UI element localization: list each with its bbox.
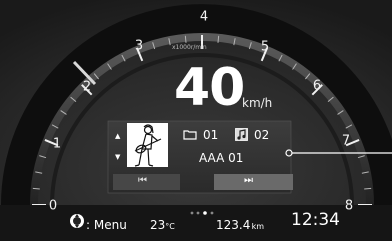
- track-number: 02: [254, 128, 270, 142]
- music-note-icon: [235, 128, 248, 141]
- scroll-up-icon[interactable]: ▲: [115, 132, 120, 140]
- album-art: [127, 123, 168, 167]
- minor-tick: [364, 187, 372, 190]
- menu-label[interactable]: : Menu: [86, 218, 127, 232]
- tick-label-3: 3: [134, 38, 144, 54]
- folder-icon: [183, 130, 197, 140]
- previous-track-button[interactable]: ⏮: [138, 175, 147, 186]
- rpm-unit-label: x1000r/min: [172, 44, 207, 51]
- tick-label-2: 2: [82, 79, 92, 95]
- speed-value: 40: [174, 58, 245, 118]
- temperature-value: 23: [150, 218, 166, 232]
- tick-label-0: 0: [48, 198, 58, 214]
- odometer-unit: km: [251, 222, 264, 231]
- page-dot: [210, 211, 214, 215]
- tick-label-4: 4: [199, 9, 209, 25]
- tick-label-1: 1: [52, 136, 62, 152]
- minor-tick: [184, 35, 187, 43]
- instrument-cluster: 0 1 2 3 4 5 6 7 8 x1000r/min 40 km/h ▲ ▼…: [0, 0, 392, 241]
- scroll-down-icon[interactable]: ▼: [115, 153, 120, 161]
- page-dot-active: [203, 211, 207, 215]
- page-dot: [196, 211, 200, 215]
- next-track-button[interactable]: ⏭: [244, 175, 253, 186]
- minor-tick: [32, 187, 40, 190]
- guitarist-artwork: [134, 124, 162, 167]
- speed-unit: km/h: [242, 96, 273, 110]
- tick-label-7: 7: [341, 133, 351, 149]
- temperature-unit: °C: [165, 222, 175, 231]
- selector-knob-icon[interactable]: [69, 213, 85, 229]
- odometer-value: 123.4: [216, 218, 251, 232]
- minor-tick: [217, 35, 220, 43]
- outside-temperature: 23°C: [150, 218, 175, 232]
- odometer: 123.4 km: [216, 218, 264, 232]
- tick-label-5: 5: [260, 39, 270, 55]
- folder-number: 01: [203, 128, 219, 142]
- track-name: AAA 01: [199, 151, 244, 165]
- tick-label-6: 6: [312, 78, 322, 94]
- tick-label-8: 8: [344, 198, 354, 214]
- clock: 12:34: [291, 210, 340, 230]
- page-dot: [190, 211, 194, 215]
